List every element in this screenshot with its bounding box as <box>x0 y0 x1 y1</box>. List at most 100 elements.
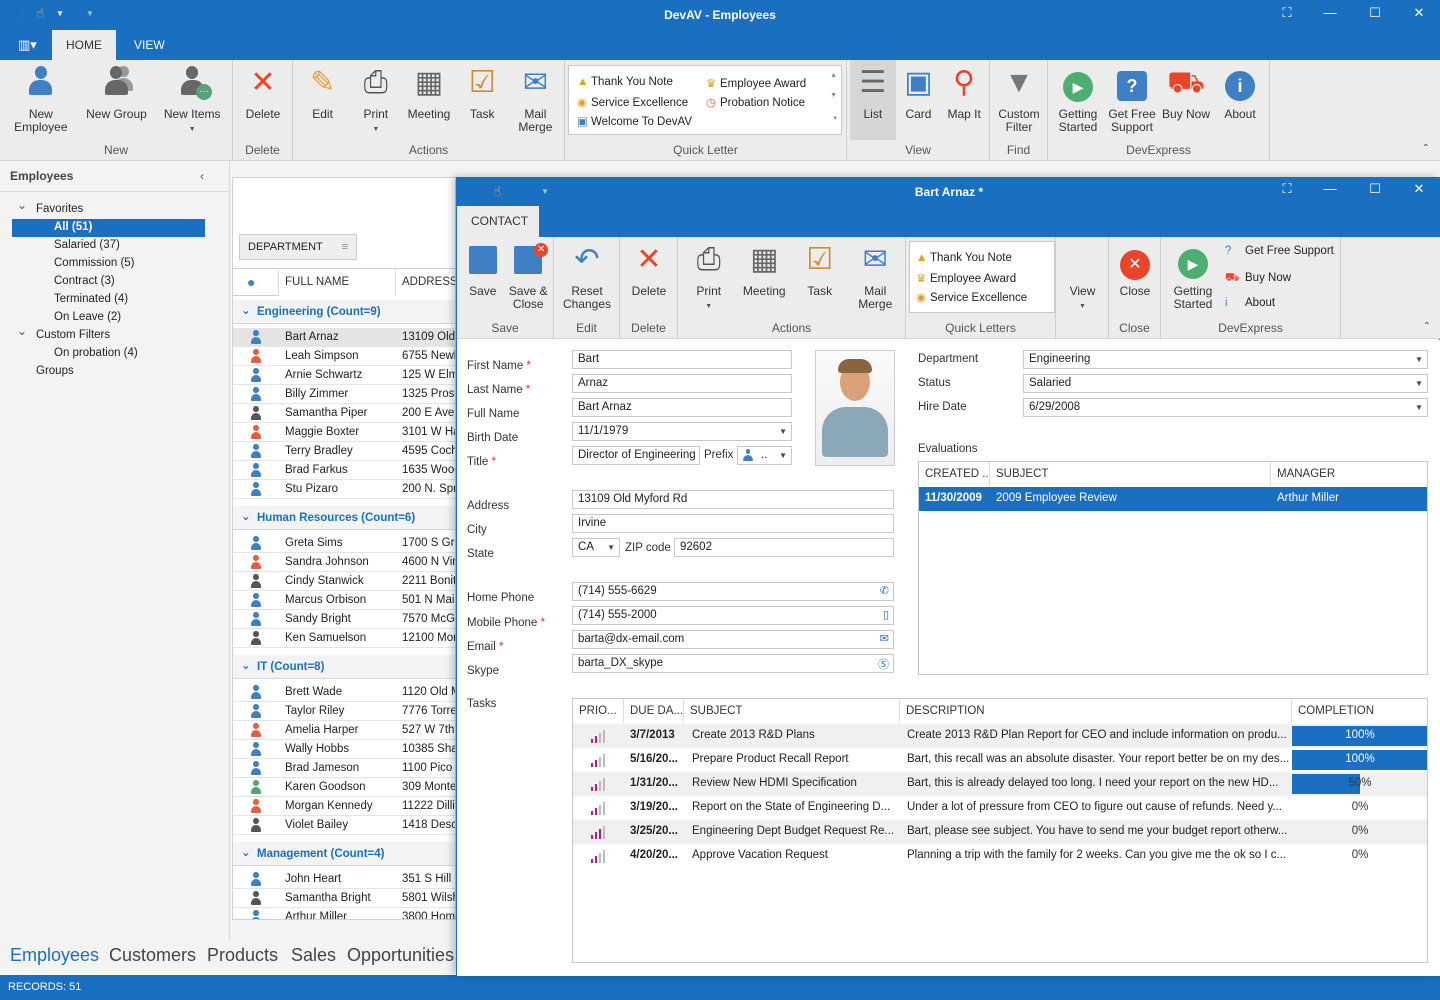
map-it-button[interactable]: ⚲ Map It <box>941 66 987 121</box>
skype-input[interactable]: barta_DX_skype Ⓢ <box>572 654 894 673</box>
table-row[interactable]: Brett Wade 1120 Old M <box>233 683 455 702</box>
task-row[interactable]: 4/20/20... Approve Vacation Request Planni… <box>573 844 1427 868</box>
tab-home[interactable]: HOME <box>52 30 116 60</box>
phone-icon[interactable]: ✆ <box>880 584 889 597</box>
column-header[interactable]: SUBJECT <box>684 699 900 723</box>
status-input[interactable]: Salaried ▼ <box>1023 374 1428 393</box>
table-row[interactable]: Cindy Stanwick 2211 Bonit <box>233 572 455 591</box>
table-row[interactable]: Karen Goodson 309 Monte <box>233 778 455 797</box>
table-row[interactable]: Amelia Harper 527 W 7th <box>233 721 455 740</box>
column-header-address[interactable]: ADDRESS <box>396 269 455 296</box>
nav-item[interactable]: Custom Filters <box>36 329 110 341</box>
table-row[interactable]: Samantha Piper 200 E Ave 4 <box>233 404 455 423</box>
table-row[interactable]: Violet Bailey 1418 Desca <box>233 816 455 835</box>
dropdown-arrow-icon[interactable]: ▼ <box>779 427 787 436</box>
table-row[interactable]: Marcus Orbison 501 N Mair <box>233 591 455 610</box>
column-header[interactable]: DUE DA... <box>624 699 684 723</box>
quick-letter-item[interactable]: ◉ Service Excellence <box>916 290 1027 304</box>
table-row[interactable]: Brad Jameson 1100 Pico S <box>233 759 455 778</box>
getting-started-button[interactable]: ▶ Getting Started <box>1051 66 1105 134</box>
quick-letter-item[interactable]: ◷ Probation Notice <box>706 95 805 109</box>
task-row[interactable]: 3/19/20... Report on the State of Enginee… <box>573 796 1427 820</box>
column-header[interactable]: MANAGER <box>1271 462 1427 486</box>
mail-merge-button[interactable]: ✉ Mail Merge <box>509 66 562 134</box>
collapse-ribbon-icon[interactable]: ⌃ <box>1423 321 1431 332</box>
table-row[interactable]: Maggie Boxter 3101 W Ha <box>233 423 455 442</box>
reset-changes-button[interactable]: ↶ Reset Changes <box>557 243 617 311</box>
save-close-button[interactable]: ✕ Save & Close <box>506 243 552 311</box>
nav-tab-opportunities[interactable]: Opportunities <box>347 945 454 966</box>
nav-item[interactable]: Salaried (37) <box>54 239 120 251</box>
city-input[interactable]: Irvine <box>572 514 894 533</box>
gallery-scroll-icon[interactable]: ▲ <box>830 72 837 79</box>
column-header[interactable]: DESCRIPTION <box>900 699 1292 723</box>
table-row[interactable]: Arnie Schwartz 125 W Elm <box>233 366 455 385</box>
nav-tab-customers[interactable]: Customers <box>109 945 196 966</box>
nav-item[interactable]: On probation (4) <box>54 347 138 359</box>
nav-item[interactable]: Favorites <box>36 203 83 215</box>
employee-photo[interactable] <box>815 350 895 466</box>
save-button[interactable]: Save <box>460 243 506 298</box>
close-button[interactable]: ✕ <box>1404 181 1434 201</box>
table-row[interactable]: Bart Arnaz 13109 Old <box>233 328 455 347</box>
first-name-input[interactable]: Bart <box>572 350 792 369</box>
nav-tab-products[interactable]: Products <box>207 945 278 966</box>
table-row[interactable]: Arthur Miller 3800 Home <box>233 908 455 919</box>
new-items-button[interactable]: … New Items ▼ <box>154 66 230 136</box>
dropdown-arrow-icon[interactable]: ▼ <box>1415 355 1423 364</box>
grid-group-row[interactable]: ⌄ IT (Count=8) <box>233 655 455 679</box>
home-phone-input[interactable]: (714) 555-6629 ✆ <box>572 582 894 601</box>
quick-letter-item[interactable]: ▲ Thank You Note <box>577 76 673 88</box>
quick-letter-item[interactable]: ♛ Employee Award <box>916 271 1016 285</box>
nav-item[interactable]: Groups <box>36 365 74 377</box>
fullscreen-icon[interactable]: ⛶ <box>1272 5 1302 25</box>
maximize-button[interactable]: ☐ <box>1360 5 1390 25</box>
custom-filter-button[interactable]: ▼ Custom Filter <box>993 66 1045 134</box>
task-row[interactable]: 3/7/2013 Create 2013 R&D Plans Create 2013… <box>573 724 1427 748</box>
print-button[interactable]: ⎙ Print ▼ <box>349 66 402 136</box>
hire-date-input[interactable]: 6/29/2008 ▼ <box>1023 398 1428 417</box>
nav-item[interactable]: All (51) <box>12 219 205 237</box>
table-row[interactable]: John Heart 351 S Hill S <box>233 870 455 889</box>
quick-letter-item[interactable]: ◉ Service Excellence <box>577 95 688 109</box>
new-employee-button[interactable]: New Employee <box>3 66 79 134</box>
grid-group-row[interactable]: ⌄ Human Resources (Count=6) <box>233 506 455 530</box>
nav-item[interactable]: Commission (5) <box>54 257 135 269</box>
state-input[interactable]: CA ▼ <box>572 538 620 557</box>
task-button[interactable]: ☑ Task <box>456 66 509 121</box>
table-row[interactable]: Taylor Riley 7776 Torre <box>233 702 455 721</box>
column-header-full-name[interactable]: FULL NAME <box>278 269 396 296</box>
dropdown-arrow-icon[interactable]: ▼ <box>607 543 615 552</box>
get-free-support-button[interactable]: ? Get Free Support <box>1105 66 1159 134</box>
delete-button[interactable]: ✕ Delete <box>236 66 290 121</box>
collapse-ribbon-icon[interactable]: ⌃ <box>1422 143 1430 154</box>
meeting-button[interactable]: ▦ Meeting <box>737 243 793 298</box>
tab-contact[interactable]: CONTACT <box>457 206 539 237</box>
column-header[interactable]: CREATED ... <box>919 462 990 486</box>
nav-item[interactable]: On Leave (2) <box>54 311 121 323</box>
department-input[interactable]: Engineering ▼ <box>1023 350 1428 369</box>
about-button[interactable]: i About <box>1225 297 1275 309</box>
evaluation-row[interactable]: 11/30/2009 2009 Employee Review Arthur Mil… <box>919 487 1427 511</box>
card-button[interactable]: ▣ Card <box>896 66 942 121</box>
fullscreen-icon[interactable]: ⛶ <box>1272 181 1302 201</box>
table-row[interactable]: Stu Pizaro 200 N. Spri <box>233 480 455 499</box>
grid-group-row[interactable]: ⌄ Engineering (Count=9) <box>233 300 455 324</box>
table-row[interactable]: Sandra Johnson 4600 N Virg <box>233 553 455 572</box>
buy-now-button[interactable]: ⛟ Buy Now <box>1159 66 1213 121</box>
table-row[interactable]: Billy Zimmer 1325 Prosp <box>233 385 455 404</box>
grid-group-row[interactable]: ⌄ Management (Count=4) <box>233 842 455 866</box>
skype-icon[interactable]: Ⓢ <box>878 656 889 672</box>
table-row[interactable]: Morgan Kennedy 11222 Dillir <box>233 797 455 816</box>
nav-tab-employees[interactable]: Employees <box>10 945 99 966</box>
meeting-button[interactable]: ▦ Meeting <box>402 66 455 121</box>
quick-letter-item[interactable]: ♛ Employee Award <box>706 76 806 90</box>
table-row[interactable]: Ken Samuelson 12100 Mor <box>233 629 455 648</box>
nav-item[interactable]: Contract (3) <box>54 275 115 287</box>
about-button[interactable]: i About <box>1213 66 1267 121</box>
dropdown-arrow-icon[interactable]: ▼ <box>1415 403 1423 412</box>
task-row[interactable]: 3/25/20... Engineering Dept Budget Reques… <box>573 820 1427 844</box>
mobile-icon[interactable]: ▯ <box>883 608 889 621</box>
nav-tab-sales[interactable]: Sales <box>291 945 336 966</box>
gallery-scroll-icon[interactable]: ▾ <box>833 114 837 122</box>
